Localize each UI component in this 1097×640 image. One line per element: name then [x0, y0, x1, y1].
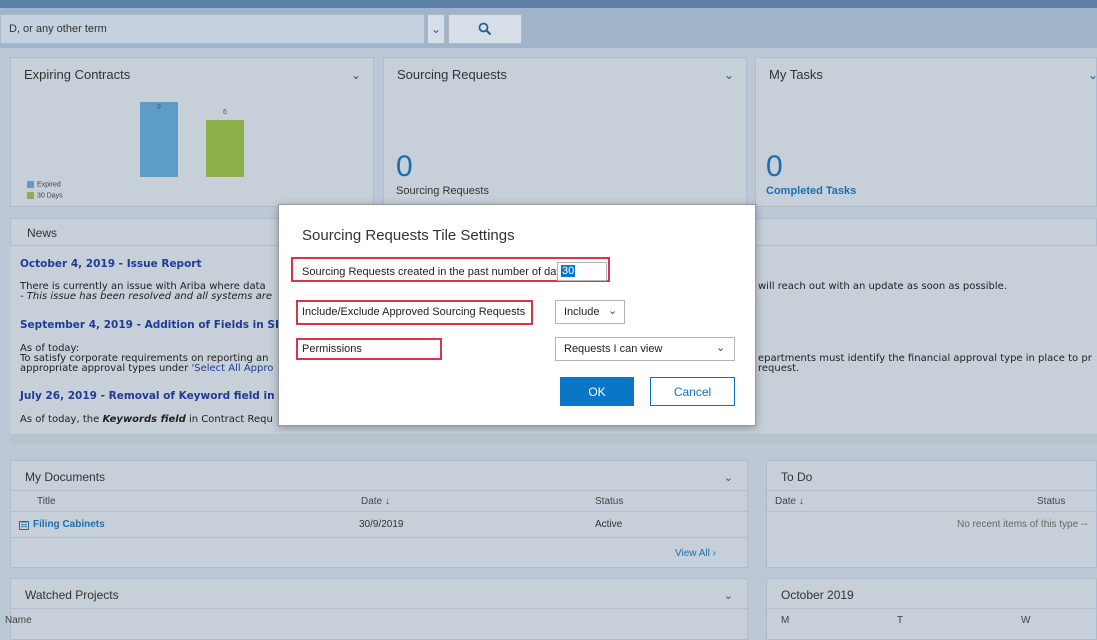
- legend-label: Expired: [37, 181, 61, 189]
- news-text: appropriate approval types under 'Select…: [20, 363, 273, 374]
- chevron-down-icon[interactable]: ⌄: [724, 589, 733, 602]
- section-title: My Documents: [25, 470, 106, 484]
- table-row[interactable]: ☷ Filing Cabinets: [19, 519, 105, 530]
- cancel-button[interactable]: Cancel: [650, 377, 735, 406]
- permissions-label: Permissions: [302, 343, 362, 355]
- column-header-status[interactable]: Status: [595, 496, 623, 507]
- chevron-down-icon[interactable]: ⌄: [724, 68, 734, 82]
- legend-expired: Expired: [27, 181, 61, 188]
- divider: [767, 608, 1097, 609]
- divider: [11, 608, 749, 609]
- news-heading[interactable]: July 26, 2019 - Removal of Keyword field…: [20, 390, 275, 402]
- search-scope-dropdown[interactable]: ⌄: [427, 14, 445, 44]
- news-title: News: [27, 226, 58, 240]
- bar-30-days: [206, 120, 244, 177]
- days-label: Sourcing Requests created in the past nu…: [302, 266, 568, 278]
- select-all-approvals-link[interactable]: 'Select All Appro: [191, 363, 273, 374]
- document-title: Filing Cabinets: [33, 519, 105, 530]
- tile-sourcing-requests: Sourcing Requests ⌄ 0 Sourcing Requests: [383, 57, 747, 207]
- news-heading[interactable]: October 4, 2019 - Issue Report: [20, 258, 202, 270]
- news-text-part: appropriate approval types under: [20, 363, 192, 374]
- include-exclude-select[interactable]: Include ⌄: [555, 300, 625, 324]
- news-horizontal-scrollbar[interactable]: [10, 434, 1097, 444]
- column-header-name[interactable]: Name: [5, 615, 32, 626]
- document-status: Active: [595, 519, 623, 530]
- divider: [11, 537, 749, 538]
- news-text: As of today, the Keywords field in Contr…: [20, 414, 273, 425]
- chevron-down-icon[interactable]: ⌄: [1088, 68, 1097, 82]
- search-icon: [478, 22, 492, 36]
- weekday-label: M: [781, 615, 790, 626]
- search-button[interactable]: [448, 14, 522, 44]
- news-text-part: in Contract Requ: [185, 414, 273, 425]
- empty-state-text: No recent items of this type --: [957, 519, 1088, 530]
- ok-button[interactable]: OK: [560, 377, 634, 406]
- weekday-label: T: [897, 615, 904, 626]
- section-title: October 2019: [781, 588, 854, 602]
- divider: [11, 511, 749, 512]
- top-bar: [0, 0, 1097, 8]
- document-date: 30/9/2019: [359, 519, 404, 530]
- section-title: Watched Projects: [25, 588, 119, 602]
- column-header-date[interactable]: Date ↓: [775, 496, 804, 507]
- completed-tasks-link[interactable]: Completed Tasks: [766, 185, 856, 197]
- include-exclude-value: Include: [564, 306, 600, 318]
- bar-expired: [140, 102, 178, 177]
- calendar-section: October 2019 M T W: [766, 578, 1097, 640]
- column-header-status[interactable]: Status: [1037, 496, 1065, 507]
- todo-section: To Do Date ↓ Status No recent items of t…: [766, 460, 1097, 568]
- watched-projects-section: Watched Projects ⌄ Name: [5, 578, 749, 640]
- sourcing-count[interactable]: 0: [396, 150, 413, 184]
- tile-my-tasks: My Tasks ⌄ 0 Completed Tasks: [755, 57, 1097, 207]
- column-header-title[interactable]: Title: [37, 496, 56, 507]
- legend-label: 30 Days: [37, 192, 63, 200]
- chevron-down-icon: ⌄: [716, 342, 726, 354]
- bar-label: 6: [223, 109, 227, 116]
- dialog-title: Sourcing Requests Tile Settings: [302, 227, 515, 244]
- tile-title: Sourcing Requests: [397, 67, 507, 82]
- tile-expiring-contracts: Expiring Contracts ⌄ 9 6 Expired 30 Days: [10, 57, 374, 207]
- legend-30-days: 30 Days: [27, 192, 63, 199]
- column-header-date[interactable]: Date ↓: [361, 496, 390, 507]
- days-value: 30: [561, 265, 576, 277]
- news-text: - This issue has been resolved and all s…: [20, 291, 273, 302]
- weekday-label: W: [1021, 615, 1031, 626]
- bar-label: 9: [157, 104, 161, 111]
- my-documents-section: My Documents ⌄ Title Date ↓ Status ☷ Fili…: [10, 460, 749, 568]
- permissions-value: Requests I can view: [564, 343, 663, 355]
- days-input[interactable]: 30: [557, 262, 607, 281]
- divider: [767, 490, 1097, 491]
- view-all-link[interactable]: View All ›: [675, 548, 716, 559]
- news-text: epartments must identify the financial a…: [758, 353, 1092, 364]
- sourcing-requests-link[interactable]: Sourcing Requests: [396, 185, 489, 197]
- tile-title: Expiring Contracts: [24, 67, 131, 82]
- news-text: will reach out with an update as soon as…: [758, 281, 1008, 292]
- news-text-part: As of today, the: [20, 414, 103, 425]
- divider: [767, 511, 1097, 512]
- tasks-count[interactable]: 0: [766, 150, 783, 184]
- chevron-down-icon: ⌄: [430, 22, 442, 36]
- news-text: request.: [758, 363, 800, 374]
- news-text-bold: Keywords field: [102, 414, 186, 425]
- tile-title: My Tasks: [769, 67, 823, 82]
- search-input[interactable]: [0, 14, 425, 44]
- chevron-down-icon[interactable]: ⌄: [724, 471, 733, 484]
- news-heading[interactable]: September 4, 2019 - Addition of Fields i…: [20, 319, 283, 331]
- filing-cabinet-icon: ☷: [19, 521, 29, 530]
- include-exclude-label: Include/Exclude Approved Sourcing Reques…: [302, 306, 526, 318]
- tile-settings-dialog: Sourcing Requests Tile Settings Sourcing…: [278, 204, 756, 426]
- chevron-down-icon[interactable]: ⌄: [351, 68, 361, 82]
- permissions-select[interactable]: Requests I can view ⌄: [555, 337, 735, 361]
- divider: [11, 490, 749, 491]
- section-title: To Do: [781, 470, 813, 484]
- chevron-down-icon: ⌄: [608, 305, 618, 317]
